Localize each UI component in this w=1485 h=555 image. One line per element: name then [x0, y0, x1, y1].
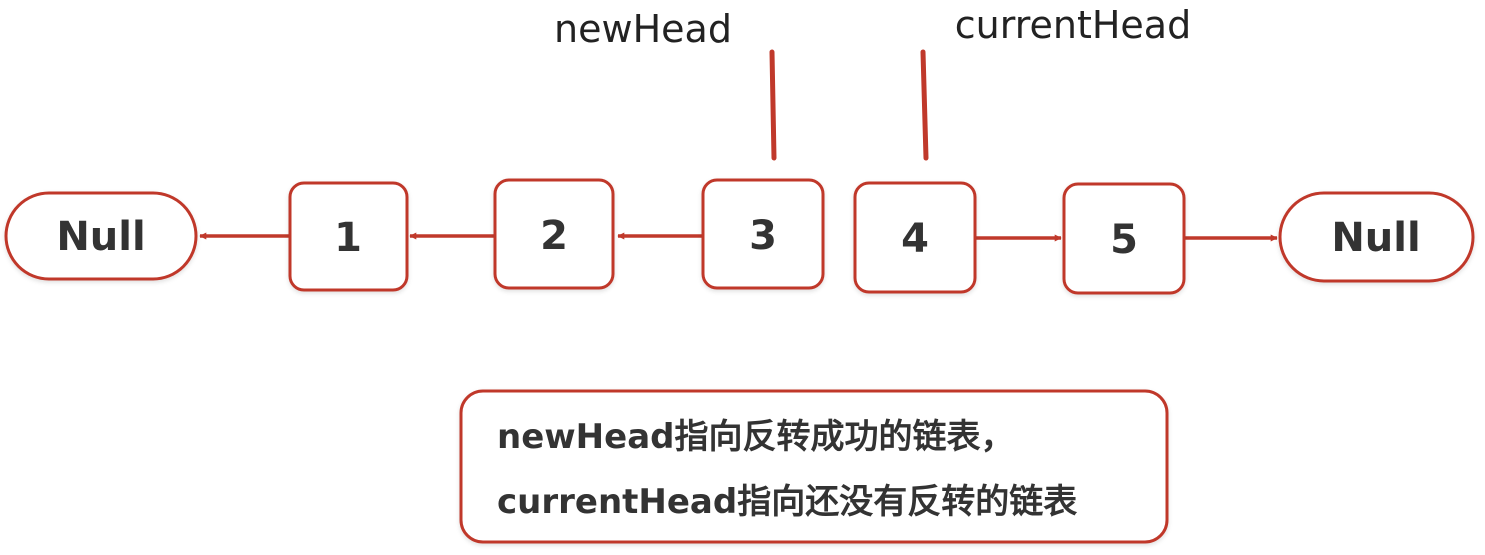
- node-3: 3: [701, 178, 825, 290]
- node-2: 2: [493, 178, 615, 290]
- node-5-label: 5: [1110, 217, 1138, 263]
- node-null-right: Null: [1278, 191, 1475, 283]
- node-3-label: 3: [749, 213, 777, 259]
- node-null-left: Null: [4, 191, 198, 281]
- node-1-label: 1: [334, 215, 362, 261]
- node-4: 4: [853, 181, 977, 294]
- node-2-label: 2: [540, 213, 568, 259]
- pointer-line-newhead: [769, 49, 777, 161]
- pointer-label-currenthead: currentHead: [955, 3, 1191, 47]
- linked-list-diagram: newHead currentHead Null 1 2 3 4 5 Null …: [4, 3, 1475, 544]
- node-1: 1: [288, 181, 409, 292]
- node-null-right-label: Null: [1331, 215, 1420, 261]
- node-5: 5: [1062, 182, 1186, 295]
- pointer-label-newhead: newHead: [554, 7, 732, 51]
- note-box: newHead指向反转成功的链表， currentHead指向还没有反转的链表: [459, 389, 1169, 544]
- note-line-1: newHead指向反转成功的链表，: [497, 417, 1014, 457]
- note-line-2: currentHead指向还没有反转的链表: [497, 482, 1077, 522]
- node-null-left-label: Null: [56, 214, 145, 260]
- pointer-line-currenthead: [920, 49, 929, 161]
- node-4-label: 4: [901, 216, 929, 262]
